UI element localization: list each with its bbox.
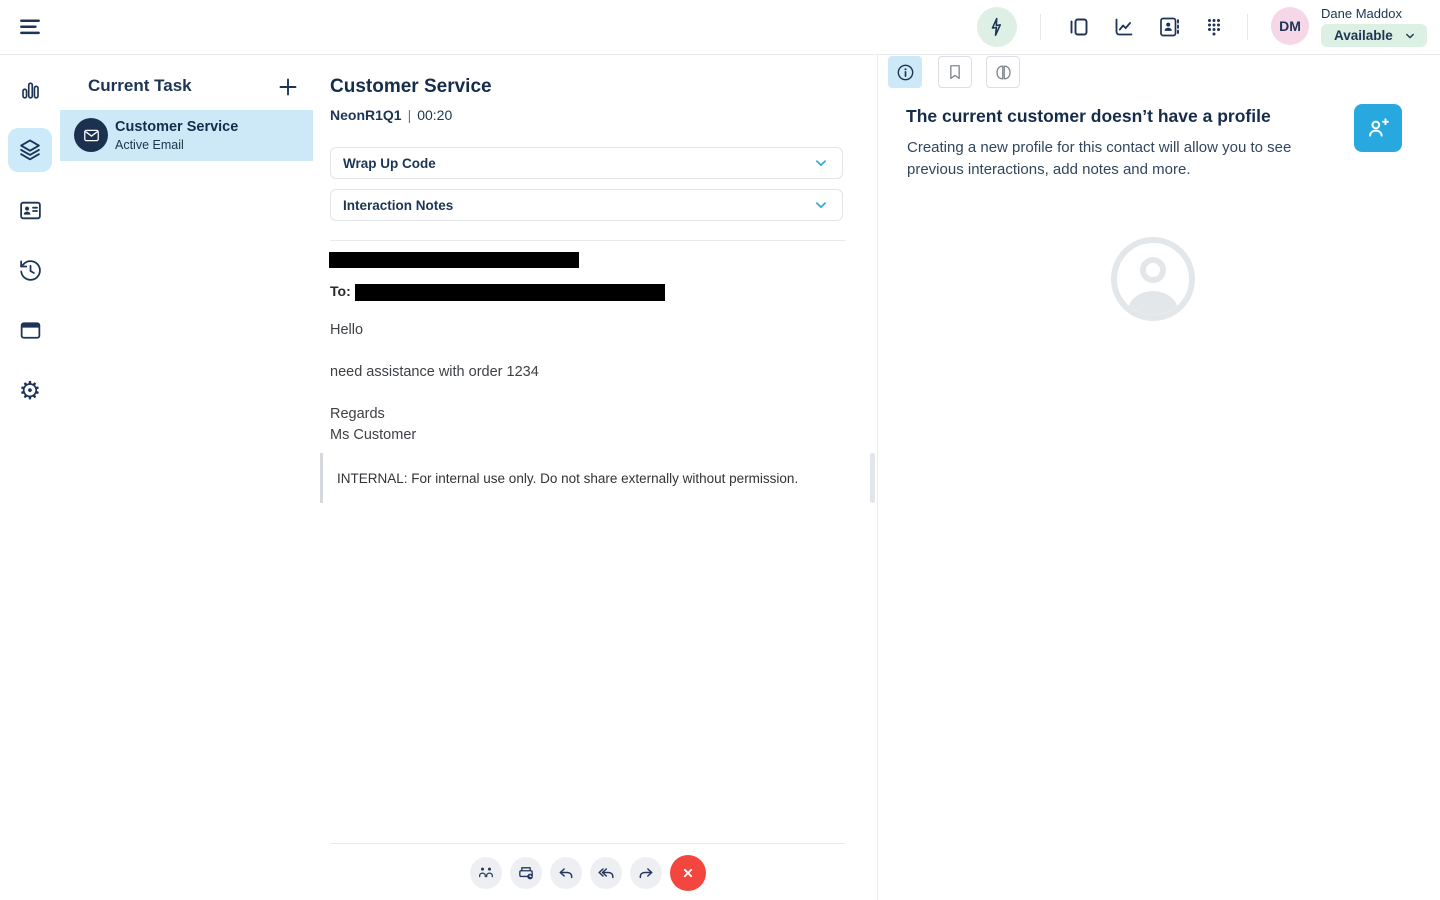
no-profile-description: Creating a new profile for this contact … [907, 139, 1292, 178]
interaction-title: Customer Service [330, 76, 492, 97]
current-task-panel: Current Task Customer Service Active Ema… [60, 54, 314, 900]
redacted-recipient [355, 284, 665, 301]
task-panel-title: Current Task [88, 76, 192, 95]
nav-rail: ⚙ [0, 54, 61, 900]
panels-button[interactable] [1065, 13, 1093, 41]
hamburger-menu-button[interactable] [16, 13, 44, 41]
brain-icon [993, 62, 1014, 83]
line-chart-icon [1112, 15, 1136, 39]
chevron-down-icon [1403, 29, 1417, 43]
tab-profile-info[interactable] [888, 56, 922, 88]
history-icon [18, 258, 43, 283]
bookmark-icon [945, 62, 965, 82]
redacted-sender [329, 252, 579, 268]
layers-icon [17, 137, 43, 163]
user-avatar[interactable]: DM [1271, 7, 1309, 45]
user-initials: DM [1279, 18, 1301, 34]
gear-icon: ⚙ [18, 375, 42, 405]
contact-card-icon [18, 198, 43, 223]
scrollbar-thumb[interactable] [870, 453, 875, 503]
app-window: DM Dane Maddox Available ⚙ Current Task … [0, 0, 1440, 900]
add-task-button[interactable] [273, 72, 303, 102]
tab-ai-insights[interactable] [986, 56, 1020, 88]
bar-chart-icon [18, 78, 43, 103]
subtitle-separator: | [407, 107, 412, 123]
directory-button[interactable] [1155, 13, 1183, 41]
chevron-down-icon [812, 196, 830, 214]
wrap-up-code-accordion[interactable]: Wrap Up Code [330, 147, 843, 179]
interaction-panel: Customer Service NeonR1Q1 | 00:20 Wrap Up … [313, 54, 878, 900]
reply-button[interactable] [550, 857, 582, 889]
email-avatar [74, 118, 108, 152]
status-label: Available [1334, 28, 1393, 43]
top-bar: DM Dane Maddox Available [0, 0, 1440, 55]
lightning-icon [986, 16, 1008, 38]
performance-button[interactable] [1110, 13, 1138, 41]
interaction-notes-label: Interaction Notes [343, 197, 454, 213]
task-list-item[interactable]: Customer Service Active Email [60, 110, 313, 161]
reply-all-icon [596, 863, 616, 883]
nav-interactions[interactable] [8, 128, 52, 172]
reply-icon [556, 863, 576, 883]
topbar-divider [1040, 14, 1041, 40]
info-icon [895, 62, 916, 83]
tab-bookmarks[interactable] [938, 56, 972, 88]
internal-note-text: INTERNAL: For internal use only. Do not … [337, 470, 799, 486]
nav-activity[interactable] [8, 68, 52, 112]
nav-history[interactable] [8, 248, 52, 292]
email-sender-name: Ms Customer [330, 427, 417, 443]
chevron-down-icon [812, 154, 830, 172]
user-name: Dane Maddox [1321, 6, 1402, 21]
email-body: need assistance with order 1234 [330, 364, 539, 380]
interaction-subtitle: NeonR1Q1 | 00:20 [330, 107, 452, 123]
profile-placeholder-icon [1111, 237, 1195, 321]
status-dropdown[interactable]: Available [1321, 24, 1427, 47]
interaction-notes-accordion[interactable]: Interaction Notes [330, 189, 843, 221]
nav-apps[interactable] [8, 308, 52, 352]
forward-button[interactable] [630, 857, 662, 889]
internal-note-block: INTERNAL: For internal use only. Do not … [320, 453, 863, 503]
interactions-button[interactable] [977, 7, 1017, 47]
interaction-timer: 00:20 [417, 107, 453, 123]
profile-panel: The current customer doesn’t have a prof… [878, 54, 1440, 900]
plus-icon [276, 75, 300, 99]
disconnect-button[interactable] [670, 855, 706, 891]
email-greeting: Hello [330, 322, 364, 338]
no-profile-heading: The current customer doesn’t have a prof… [906, 106, 1271, 126]
toolbar-divider [330, 843, 845, 844]
placeholder-shoulders [1128, 291, 1178, 315]
close-x-icon [678, 863, 698, 883]
queue-name: NeonR1Q1 [330, 107, 402, 123]
add-contact-icon [1365, 115, 1391, 141]
forward-icon [636, 863, 656, 883]
email-signoff: Regards [330, 406, 385, 422]
two-people-icon [476, 863, 496, 883]
hamburger-icon [17, 14, 43, 40]
nav-settings[interactable]: ⚙ [8, 368, 52, 412]
reply-all-button[interactable] [590, 857, 622, 889]
nav-contacts[interactable] [8, 188, 52, 232]
dialpad-icon [1202, 15, 1226, 39]
dialpad-button[interactable] [1200, 13, 1228, 41]
panels-icon [1067, 15, 1091, 39]
topbar-divider [1247, 14, 1248, 40]
browser-window-icon [18, 318, 43, 343]
park-tray-icon [516, 863, 536, 883]
task-item-subtitle: Active Email [115, 138, 184, 152]
transfer-button[interactable] [470, 857, 502, 889]
to-label: To: [330, 283, 351, 299]
placeholder-head [1140, 257, 1166, 283]
park-email-button[interactable] [510, 857, 542, 889]
envelope-icon [82, 126, 101, 145]
create-profile-button[interactable] [1354, 104, 1402, 152]
task-item-title: Customer Service [115, 119, 239, 135]
directory-icon [1157, 15, 1181, 39]
email-header-divider [330, 240, 845, 241]
wrap-up-code-label: Wrap Up Code [343, 155, 436, 171]
